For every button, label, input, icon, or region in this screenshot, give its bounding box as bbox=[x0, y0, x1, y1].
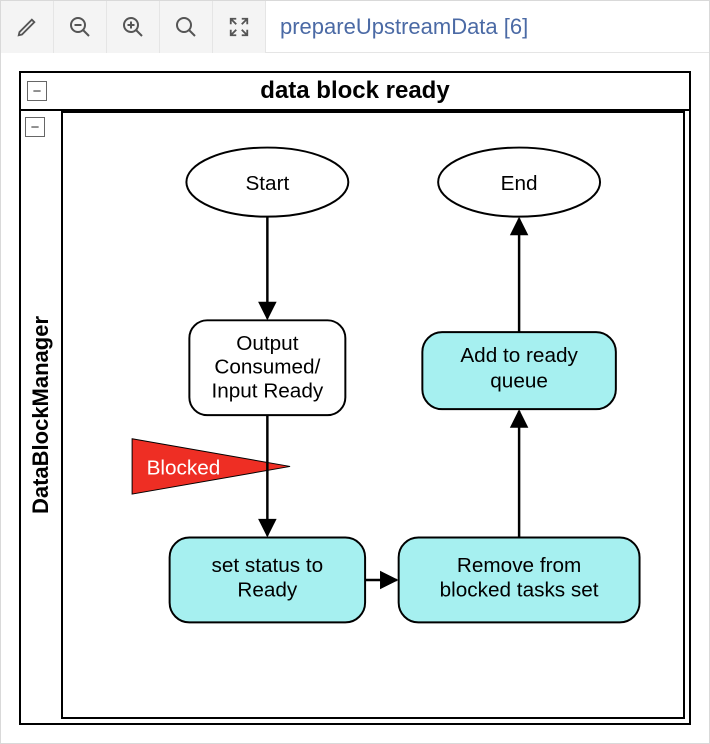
app-frame: prepareUpstreamData [6] − data block rea… bbox=[0, 0, 710, 744]
minus-icon: − bbox=[33, 84, 42, 99]
zoom-in-button[interactable] bbox=[107, 1, 160, 53]
swimlane-label: DataBlockManager bbox=[28, 316, 54, 514]
outer-collapse-button[interactable]: − bbox=[27, 81, 47, 101]
node-end[interactable]: End bbox=[438, 148, 600, 217]
node-oc-line1: Output bbox=[236, 332, 298, 355]
breadcrumb-label: prepareUpstreamData [6] bbox=[280, 14, 528, 40]
swimlane-frame: Start End Output Consumed/ Input Ready bbox=[61, 111, 685, 719]
breadcrumb[interactable]: prepareUpstreamData [6] bbox=[266, 1, 709, 53]
node-sr-line1: set status to bbox=[211, 554, 323, 577]
zoom-in-icon bbox=[121, 15, 145, 39]
node-oc-line2: Consumed/ bbox=[214, 356, 320, 379]
flowchart-svg: Start End Output Consumed/ Input Ready bbox=[63, 113, 683, 715]
outer-title-row: − data block ready bbox=[21, 73, 689, 111]
minus-icon: − bbox=[31, 120, 40, 135]
toolbar: prepareUpstreamData [6] bbox=[1, 1, 709, 53]
node-end-label: End bbox=[501, 172, 538, 195]
node-start[interactable]: Start bbox=[186, 148, 348, 217]
outer-title: data block ready bbox=[21, 77, 689, 105]
fullscreen-button[interactable] bbox=[213, 1, 266, 53]
node-aq-line2: queue bbox=[490, 369, 548, 392]
diagram-canvas: − data block ready − DataBlockManager bbox=[19, 71, 691, 725]
pencil-icon bbox=[16, 16, 38, 38]
node-blocked-label: Blocked bbox=[147, 456, 221, 479]
node-add-ready-queue[interactable]: Add to ready queue bbox=[422, 332, 615, 409]
node-aq-line1: Add to ready bbox=[460, 344, 578, 367]
magnifier-icon bbox=[174, 15, 198, 39]
node-remove-blocked[interactable]: Remove from blocked tasks set bbox=[399, 538, 640, 623]
node-start-label: Start bbox=[245, 172, 289, 195]
node-output-consumed[interactable]: Output Consumed/ Input Ready bbox=[189, 320, 345, 415]
node-rb-line2: blocked tasks set bbox=[440, 579, 599, 602]
node-sr-line2: Ready bbox=[237, 579, 298, 602]
swimlane-collapse-button[interactable]: − bbox=[25, 117, 45, 137]
zoom-reset-button[interactable] bbox=[160, 1, 213, 53]
node-rb-line1: Remove from bbox=[457, 554, 581, 577]
swimlane-label-container: DataBlockManager bbox=[21, 111, 61, 719]
zoom-out-icon bbox=[68, 15, 92, 39]
expand-icon bbox=[228, 16, 250, 38]
node-set-ready[interactable]: set status to Ready bbox=[170, 538, 365, 623]
node-oc-line3: Input Ready bbox=[211, 379, 323, 402]
zoom-out-button[interactable] bbox=[54, 1, 107, 53]
edit-button[interactable] bbox=[1, 1, 54, 53]
diagram-outer-frame: − data block ready − DataBlockManager bbox=[19, 71, 691, 725]
